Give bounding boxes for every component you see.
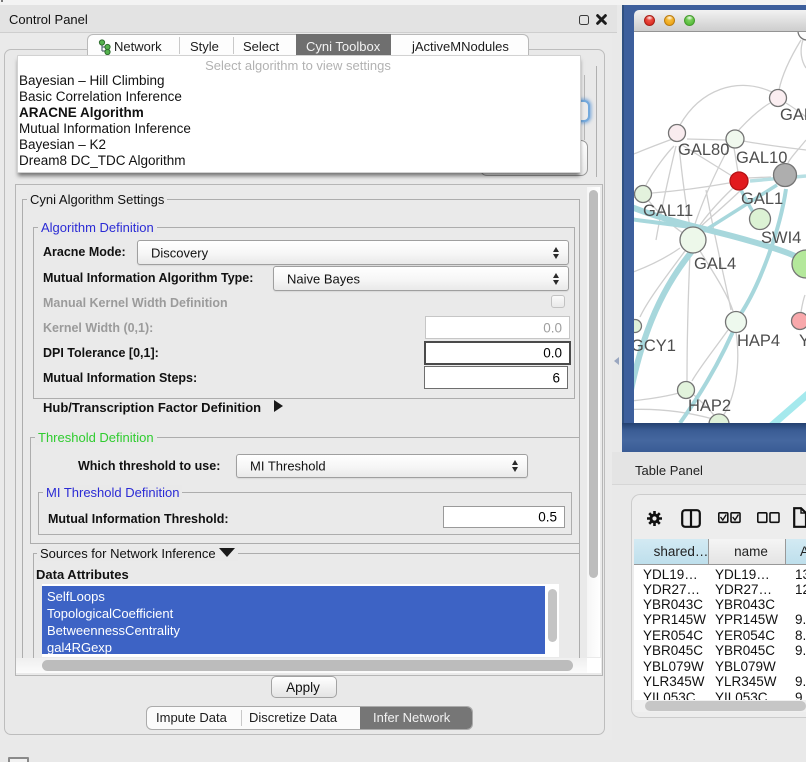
svg-text:HAP2: HAP2 [688, 397, 731, 415]
svg-text:GAL11: GAL11 [643, 202, 693, 220]
svg-text:GAL80: GAL80 [678, 141, 729, 159]
svg-text:GAL7: GAL7 [780, 106, 806, 124]
svg-text:GAL1: GAL1 [741, 190, 783, 208]
svg-text:SWI4: SWI4 [761, 229, 801, 247]
svg-text:HAP4: HAP4 [737, 332, 780, 350]
svg-text:GCY1: GCY1 [634, 337, 676, 355]
svg-text:GAL4: GAL4 [694, 255, 736, 273]
svg-text:GAL10: GAL10 [736, 149, 787, 167]
svg-text:Y: Y [799, 332, 806, 350]
